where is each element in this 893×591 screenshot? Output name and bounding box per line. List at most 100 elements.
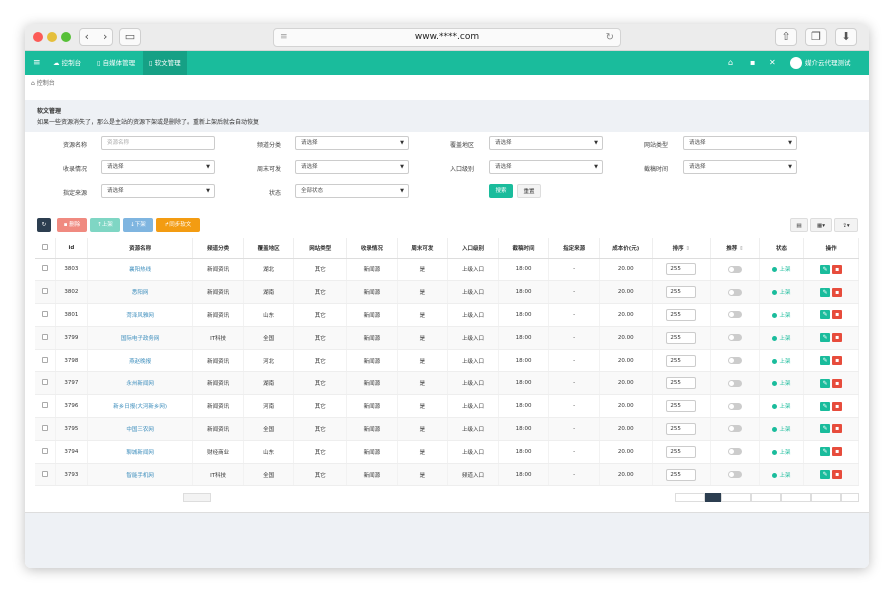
row-checkbox[interactable]: [35, 258, 56, 282]
row-checkbox[interactable]: [35, 394, 56, 419]
row-checkbox[interactable]: [35, 303, 56, 327]
page-button[interactable]: [721, 493, 751, 502]
prev-page-button[interactable]: [675, 493, 705, 502]
edit-icon[interactable]: ✎: [820, 287, 831, 297]
recommend-toggle[interactable]: [727, 379, 742, 387]
resource-link[interactable]: 智能手机网: [126, 473, 154, 479]
fullscreen-icon[interactable]: ✕: [769, 51, 776, 75]
sort-input[interactable]: 255: [666, 422, 697, 435]
source-select[interactable]: 请选择 ▼: [101, 184, 215, 198]
nav-item-console[interactable]: ☁ 控制台: [47, 51, 87, 75]
col-id[interactable]: id: [55, 238, 89, 259]
recommend-toggle[interactable]: [727, 265, 742, 273]
sort-input[interactable]: 255: [666, 468, 697, 481]
sort-input[interactable]: 255: [666, 286, 697, 299]
delete-icon[interactable]: ▪: [832, 356, 843, 366]
resource-link[interactable]: 襄阳热线: [129, 267, 151, 273]
reset-button[interactable]: 重置: [517, 184, 541, 198]
edit-icon[interactable]: ✎: [820, 333, 831, 343]
row-checkbox[interactable]: [35, 280, 56, 305]
refresh-button[interactable]: ↻: [37, 218, 51, 232]
col-recommend[interactable]: 推荐 ⇕: [710, 238, 760, 259]
sort-input[interactable]: 255: [666, 308, 697, 321]
region-select[interactable]: 请选择 ▼: [489, 136, 603, 150]
recommend-toggle[interactable]: [727, 334, 742, 342]
row-checkbox[interactable]: [35, 326, 56, 350]
search-button[interactable]: 搜索: [489, 184, 513, 198]
resource-link[interactable]: 永州新闻网: [126, 381, 154, 387]
delete-icon[interactable]: ▪: [832, 333, 843, 343]
deadline-select[interactable]: 请选择 ▼: [683, 160, 797, 174]
minimize-window-button[interactable]: [47, 32, 57, 42]
recommend-toggle[interactable]: [727, 288, 742, 296]
sort-input[interactable]: 255: [666, 263, 697, 276]
page-size-select[interactable]: [183, 493, 211, 502]
col-name[interactable]: 资源名称: [87, 238, 194, 259]
page-button[interactable]: [751, 493, 781, 502]
row-checkbox[interactable]: [35, 349, 56, 373]
sort-input[interactable]: 255: [666, 354, 697, 367]
user-menu[interactable]: 媒介云代理测试: [790, 51, 851, 75]
share-icon[interactable]: ⇧: [775, 28, 797, 46]
index-select[interactable]: 请选择 ▼: [101, 160, 215, 174]
edit-icon[interactable]: ✎: [820, 264, 831, 274]
col-entry[interactable]: 入口级别: [447, 238, 499, 259]
col-status[interactable]: 状态: [759, 238, 805, 259]
col-index[interactable]: 收录情况: [346, 238, 398, 259]
current-page-button[interactable]: [705, 493, 721, 502]
col-price[interactable]: 成本价(元): [599, 238, 653, 259]
resource-link[interactable]: 国际电子政务网: [121, 336, 160, 342]
delete-icon[interactable]: ▪: [832, 378, 843, 388]
resource-link[interactable]: 菏泽风雅网: [126, 313, 154, 319]
resource-link[interactable]: 聊城新闻网: [126, 450, 154, 456]
download-icon[interactable]: ⬇: [835, 28, 857, 46]
recommend-toggle[interactable]: [727, 448, 742, 456]
recommend-toggle[interactable]: [727, 311, 742, 319]
col-type[interactable]: 网站类型: [293, 238, 348, 259]
maximize-window-button[interactable]: [61, 32, 71, 42]
back-forward-buttons[interactable]: ‹ ›: [79, 28, 113, 46]
weekend-select[interactable]: 请选择 ▼: [295, 160, 409, 174]
status-badge[interactable]: 上架: [772, 290, 790, 296]
edit-icon[interactable]: ✎: [820, 470, 831, 480]
close-window-button[interactable]: [33, 32, 43, 42]
sort-input[interactable]: 255: [666, 377, 697, 390]
resource-name-input[interactable]: 资源名称: [101, 136, 215, 150]
select-all-checkbox[interactable]: [35, 238, 56, 259]
resource-link[interactable]: 燕赵晚报: [129, 359, 151, 365]
status-badge[interactable]: 上架: [772, 472, 790, 479]
toggle-view-button[interactable]: ▤: [790, 218, 808, 232]
next-page-button[interactable]: [841, 493, 859, 502]
status-badge[interactable]: 上架: [772, 267, 790, 273]
list-on-button[interactable]: ↑上架: [90, 218, 120, 232]
status-badge[interactable]: 上架: [772, 358, 790, 365]
status-badge[interactable]: 上架: [772, 404, 790, 410]
menu-toggle-icon[interactable]: ≡: [27, 51, 47, 75]
columns-button[interactable]: ▦▾: [810, 218, 832, 232]
sort-input[interactable]: 255: [666, 331, 697, 344]
delete-icon[interactable]: ▪: [832, 287, 843, 297]
sidebar-toggle-icon[interactable]: ▭: [119, 28, 141, 46]
row-checkbox[interactable]: [35, 440, 56, 464]
page-button[interactable]: [781, 493, 811, 502]
recommend-toggle[interactable]: [727, 425, 742, 433]
home-icon[interactable]: ⌂: [728, 51, 733, 75]
delete-icon[interactable]: ▪: [832, 470, 843, 480]
delete-icon[interactable]: ▪: [832, 310, 843, 320]
sort-input[interactable]: 255: [666, 400, 697, 413]
edit-icon[interactable]: ✎: [820, 378, 831, 388]
list-off-button[interactable]: ↓下架: [123, 218, 153, 232]
delete-icon[interactable]: ▪: [832, 447, 843, 457]
recommend-toggle[interactable]: [727, 357, 742, 365]
status-badge[interactable]: 上架: [772, 312, 790, 319]
status-badge[interactable]: 上架: [772, 381, 790, 387]
trash-icon[interactable]: ▪: [750, 51, 755, 75]
status-badge[interactable]: 上架: [772, 335, 790, 342]
nav-item-media[interactable]: ▯ 自媒体管理: [91, 51, 141, 75]
row-checkbox[interactable]: [35, 417, 56, 441]
tabs-icon[interactable]: ❐: [805, 28, 827, 46]
status-badge[interactable]: 上架: [772, 426, 790, 433]
edit-icon[interactable]: ✎: [820, 356, 831, 366]
edit-icon[interactable]: ✎: [820, 424, 831, 434]
row-checkbox[interactable]: [35, 463, 56, 487]
